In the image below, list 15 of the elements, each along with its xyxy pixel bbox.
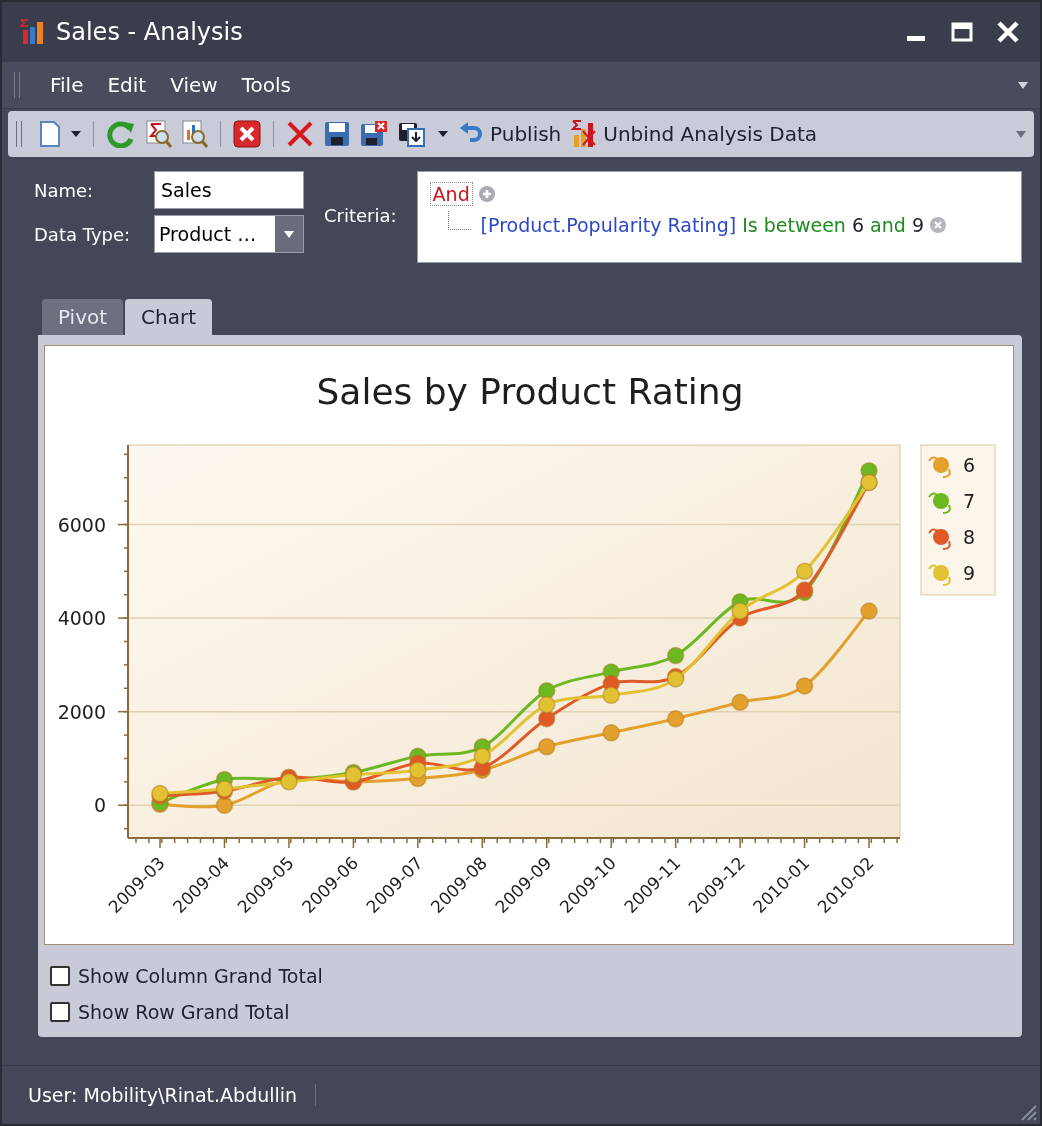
condition-text: [Product.Popularity Rating] Is between 6 and 9 — [480, 214, 924, 236]
y-tick-label: 6000 — [57, 513, 106, 536]
legend-label: 6 — [963, 454, 976, 476]
y-tick-label: 2000 — [57, 700, 106, 723]
legend-label: 8 — [963, 526, 976, 548]
field-label: Name: — [34, 179, 95, 201]
y-tick-label: 4000 — [57, 607, 106, 630]
legend-label: 9 — [963, 562, 976, 584]
window-title: Sales - Analysis — [56, 18, 244, 46]
field-label: Criteria: — [324, 204, 397, 228]
legend-label: 7 — [963, 490, 976, 512]
field-label: Data Type: — [34, 223, 132, 245]
chart-title: Sales by Product Rating — [316, 371, 744, 412]
status-user: User: Mobility\Rinat.Abdullin — [28, 1084, 317, 1106]
y-tick-label: 0 — [93, 794, 106, 817]
